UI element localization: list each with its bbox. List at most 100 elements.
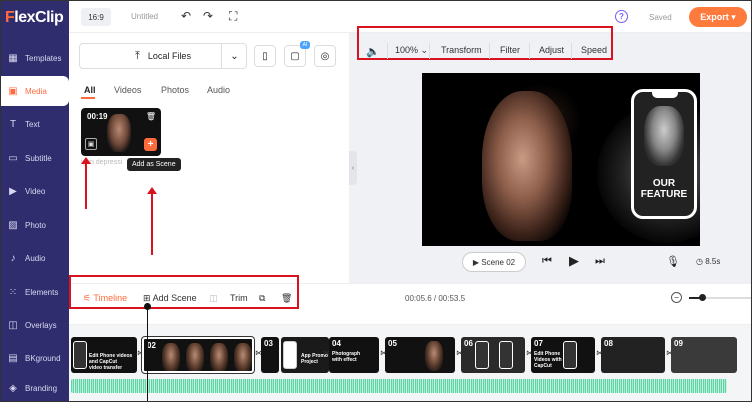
sidebar-item-label: Photo [25,220,46,230]
zoom-select[interactable]: 100% ⌄ [395,45,428,56]
timeline-toggle[interactable]: ⚟ Timeline [83,293,127,304]
sidebar-item-text[interactable]: T Text [1,109,69,139]
clip-number: 06 [464,339,473,348]
phone-upload-icon[interactable]: ▯ [254,45,276,67]
scene-clip-03b[interactable]: App Promo Project [281,337,329,373]
clock-icon: ◷ [696,257,703,266]
annotation-arrow [147,187,157,255]
undo-icon[interactable]: ↶ [181,9,191,23]
zoom-slider[interactable] [689,294,751,301]
playhead[interactable] [144,303,151,401]
sidebar-item-label: Branding [25,383,58,393]
sidebar-item-background[interactable]: ▤ BKground [1,343,69,373]
tab-videos[interactable]: Videos [114,85,141,95]
clip-thumb [210,343,228,371]
sidebar-item-overlays[interactable]: ◫ Overlays [1,310,69,340]
aspect-ratio-button[interactable]: 16:9 [81,8,111,26]
fullscreen-icon[interactable]: ⛶ [229,9,237,24]
clip-number: 08 [604,339,613,348]
video-canvas[interactable]: OUR FEATURE [422,73,700,246]
add-as-scene-button[interactable]: + [144,138,157,151]
scene-clip-04[interactable]: 04 Photograph with effect [329,337,379,373]
sidebar-item-audio[interactable]: ♪ Audio [1,243,69,273]
tab-audio[interactable]: Audio [207,85,230,95]
zoom-slider-handle[interactable] [699,294,706,301]
scene-clip-07[interactable]: 07 Edit Phone Videos with CapCut [531,337,595,373]
play-icon[interactable]: ▶ [569,253,579,269]
zoom-out-icon[interactable]: − [671,292,682,303]
audio-waveform-track[interactable] [71,379,727,393]
export-button[interactable]: Export ▾ [689,7,747,27]
sidebar-item-branding[interactable]: ◈ Branding [1,373,69,401]
chevron-down-icon[interactable]: ⌄ [221,43,247,69]
sidebar-item-elements[interactable]: ⁙ Elements [1,277,69,307]
sidebar-item-media[interactable]: ▣ Media [1,76,69,106]
transform-button[interactable]: Transform [441,45,482,55]
duplicate-icon[interactable]: ⧉ [259,293,265,304]
media-asset-thumbnail[interactable]: 00:19 🗑 ▣ + [81,108,161,156]
redo-icon[interactable]: ↷ [203,9,213,23]
adjust-button[interactable]: Adjust [539,45,564,55]
scene-clip-08[interactable]: 08 [601,337,665,373]
flexclip-logo[interactable]: FlexClip [5,9,64,27]
clip-thumb [186,343,204,371]
skip-back-icon[interactable]: ⏮ [542,255,552,268]
filter-button[interactable]: Filter [500,45,520,55]
scene-clip-03[interactable]: 03 [261,337,279,373]
trim-button[interactable]: Trim [230,293,248,303]
record-icon[interactable]: ◎ [314,45,336,67]
clip-number: 02 [147,341,156,350]
scene-clip-09[interactable]: 09 [671,337,737,373]
divider [429,43,430,59]
photo-icon: ▨ [8,219,18,231]
tab-photos[interactable]: Photos [161,85,189,95]
scene-selector[interactable]: ▶ Scene 02 [462,252,526,272]
media-panel: ⤒ Local Files ⌄ ▯ ▢ AI ◎ All Videos Phot… [69,33,349,283]
clip-number: 09 [674,339,683,348]
phone-notch [652,92,678,98]
trash-icon[interactable]: 🗑 [281,293,292,304]
scene-clip-05[interactable]: 05 [385,337,455,373]
trash-icon[interactable]: 🗑 [146,112,156,121]
scene-duration[interactable]: ◷ 8.5s [696,257,720,266]
subtitle-icon: ▭ [8,152,18,164]
volume-icon[interactable]: 🔈 [366,45,380,58]
skip-forward-icon[interactable]: ⏭ [595,255,605,268]
sidebar-item-label: Overlays [25,320,57,330]
add-scene-button[interactable]: ⊞ Add Scene [143,293,197,304]
ai-badge: AI [300,41,310,49]
scene-clip-02[interactable]: 02 [142,337,254,373]
detail-icon[interactable]: ▣ [85,138,97,150]
asset-duration: 00:19 [87,112,108,121]
time-display: 00:05.6 / 00:53.5 [405,294,466,303]
local-files-label: Local Files [147,51,191,61]
microphone-icon[interactable]: 🎙 [666,255,680,268]
sidebar-item-subtitle[interactable]: ▭ Subtitle [1,143,69,173]
timeline: Edit Phone videos and CapCut video transfe… [69,303,751,401]
scene-duration-value: 8.5s [705,257,721,266]
project-title[interactable]: Untitled [131,12,158,21]
sidebar-item-label: Text [25,119,40,129]
clip-thumb [234,343,252,371]
elements-icon: ⁙ [8,286,18,298]
sidebar-item-templates[interactable]: ▦ Templates [1,43,69,73]
tab-all[interactable]: All [84,85,96,95]
sidebar-item-video[interactable]: ▶ Video [1,176,69,206]
scene-clip-01[interactable]: Edit Phone videos and CapCut video transfe… [71,337,137,373]
background-icon: ▤ [8,352,18,364]
help-icon[interactable]: ? [615,10,628,23]
sidebar-item-photo[interactable]: ▨ Photo [1,210,69,240]
scene-clip-06[interactable]: 06 [461,337,525,373]
divider [529,43,530,59]
phone-mockup: OUR FEATURE [631,89,697,219]
chevron-left-icon[interactable]: ‹ [349,151,357,185]
templates-icon: ▦ [8,52,18,64]
timeline-ruler[interactable] [69,311,751,325]
speed-button[interactable]: Speed [581,45,607,55]
split-icon[interactable]: ◫ [209,293,218,304]
clip-caption: Edit Phone Videos with CapCut [534,351,562,369]
overlay-title[interactable]: OUR FEATURE [634,178,694,200]
audio-icon: ♪ [10,252,16,264]
preview-panel: ‹ 🔈 100% ⌄ Transform Filter Adjust Speed… [349,26,751,283]
clip-caption: Photograph with effect [332,351,361,363]
